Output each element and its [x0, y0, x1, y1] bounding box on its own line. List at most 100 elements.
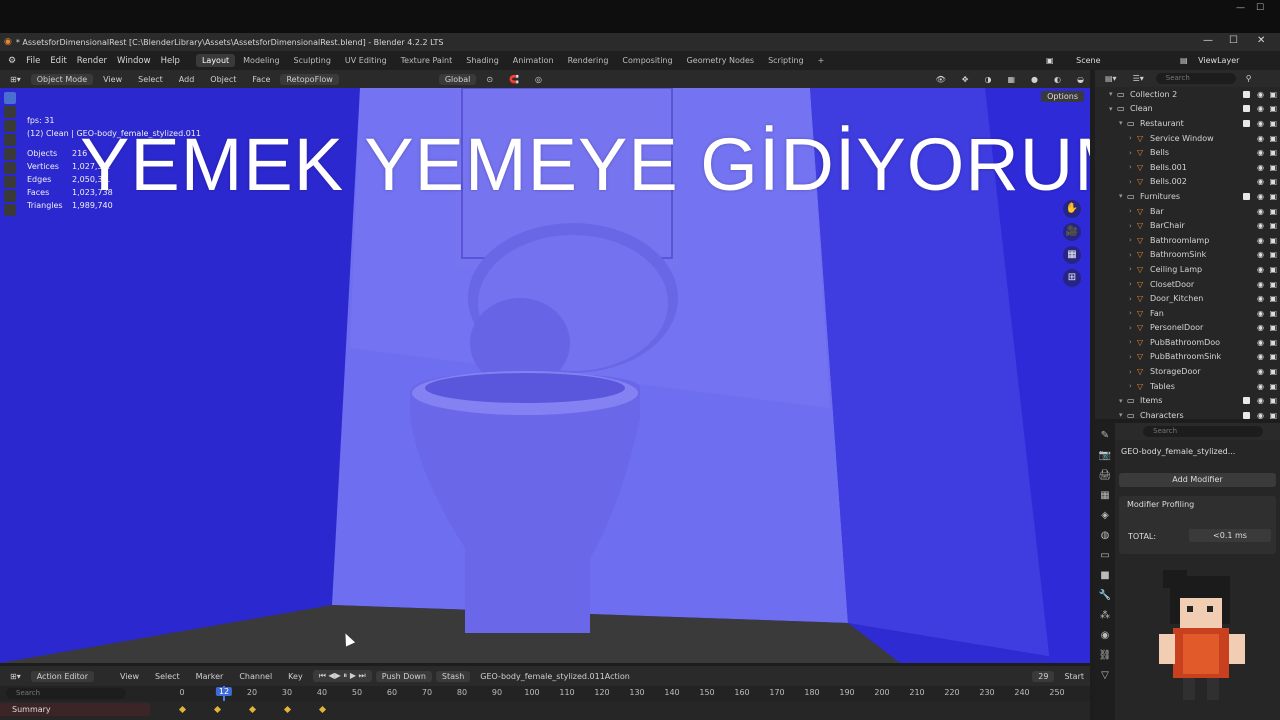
outliner-object-row[interactable]: › ▽ Door_Kitchen ◉ ▣	[1095, 291, 1280, 306]
outliner-object-row[interactable]: › ▽ StorageDoor ◉ ▣	[1095, 364, 1280, 379]
expand-arrow-icon[interactable]: ›	[1129, 324, 1137, 332]
pivot-icon[interactable]: ⊙	[480, 74, 499, 85]
visibility-eye-icon[interactable]: ◉	[1257, 338, 1264, 347]
menu-key[interactable]: Key	[282, 671, 309, 682]
close-icon[interactable]: ✕	[1257, 35, 1265, 46]
overlay-icon[interactable]: ◑	[979, 74, 998, 85]
exclude-checkbox[interactable]	[1243, 411, 1250, 419]
timeline-ruler[interactable]: Search 0 20 30 40 50 60 70 80 90 100 110…	[0, 686, 1090, 701]
menu-render[interactable]: Render	[77, 56, 107, 66]
keyframe[interactable]	[318, 705, 327, 714]
expand-arrow-icon[interactable]: ›	[1129, 207, 1137, 215]
shading-material-icon[interactable]: ◐	[1048, 74, 1067, 85]
render-camera-icon[interactable]: ▣	[1269, 134, 1277, 143]
expand-arrow-icon[interactable]: ›	[1129, 134, 1137, 142]
expand-arrow-icon[interactable]: ›	[1129, 368, 1137, 376]
menu-object[interactable]: Object	[204, 74, 242, 85]
visibility-eye-icon[interactable]: ◉	[1257, 221, 1264, 230]
outliner-object-row[interactable]: › ▽ PubBathroomSink ◉ ▣	[1095, 350, 1280, 365]
render-camera-icon[interactable]: ▣	[1269, 90, 1277, 99]
tool-tab-icon[interactable]: ✎	[1098, 429, 1112, 443]
action-editor-dropdown[interactable]: Action Editor	[30, 670, 94, 682]
summary-channel[interactable]: Summary	[0, 703, 150, 716]
tab-animation[interactable]: Animation	[507, 54, 560, 67]
visibility-eye-icon[interactable]: ◉	[1257, 148, 1264, 157]
tab-texture-paint[interactable]: Texture Paint	[395, 54, 459, 67]
cursor-tool-icon[interactable]	[4, 106, 16, 118]
expand-arrow-icon[interactable]: ›	[1129, 309, 1137, 317]
visibility-icon[interactable]: 👁	[930, 74, 952, 85]
visibility-eye-icon[interactable]: ◉	[1257, 396, 1264, 405]
blender-menu-icon[interactable]: ⚙	[8, 56, 16, 66]
outliner-object-row[interactable]: › ▽ Service Window ◉ ▣	[1095, 131, 1280, 146]
editor-type-icon[interactable]: ⊞▾	[4, 671, 27, 682]
render-camera-icon[interactable]: ▣	[1269, 119, 1277, 128]
render-camera-icon[interactable]: ▣	[1269, 250, 1277, 259]
transform-tool-icon[interactable]	[4, 162, 16, 174]
expand-arrow-icon[interactable]: ›	[1129, 265, 1137, 273]
render-camera-icon[interactable]: ▣	[1269, 104, 1277, 113]
menu-file[interactable]: File	[26, 56, 40, 66]
measure-tool-icon[interactable]	[4, 190, 16, 202]
collection-tab-icon[interactable]: ▭	[1098, 549, 1112, 563]
exclude-checkbox[interactable]	[1243, 397, 1250, 405]
menu-channel[interactable]: Channel	[233, 671, 278, 682]
object-tab-icon[interactable]: ■	[1098, 569, 1112, 583]
keyframe[interactable]	[283, 705, 292, 714]
expand-arrow-icon[interactable]: ›	[1129, 163, 1137, 171]
channel-search-input[interactable]: Search	[6, 688, 126, 699]
pan-hand-icon[interactable]: ✋	[1063, 200, 1081, 218]
render-camera-icon[interactable]: ▣	[1269, 411, 1277, 419]
visibility-eye-icon[interactable]: ◉	[1257, 280, 1264, 289]
visibility-eye-icon[interactable]: ◉	[1257, 119, 1264, 128]
maximize-icon[interactable]: ☐	[1229, 35, 1238, 46]
outliner-object-row[interactable]: › ▽ Tables ◉ ▣	[1095, 379, 1280, 394]
render-camera-icon[interactable]: ▣	[1269, 396, 1277, 405]
annotate-tool-icon[interactable]	[4, 176, 16, 188]
outliner-collection-row[interactable]: ▾ ▭ Restaurant ◉ ▣	[1095, 116, 1280, 131]
visibility-eye-icon[interactable]: ◉	[1257, 411, 1264, 419]
particles-tab-icon[interactable]: ⁂	[1098, 609, 1112, 623]
visibility-eye-icon[interactable]: ◉	[1257, 236, 1264, 245]
outliner-collection-row[interactable]: ▾ ▭ Items ◉ ▣	[1095, 393, 1280, 408]
add-workspace-icon[interactable]: +	[812, 54, 831, 67]
render-camera-icon[interactable]: ▣	[1269, 323, 1277, 332]
expand-arrow-icon[interactable]: ▾	[1119, 119, 1127, 127]
outliner-object-row[interactable]: › ▽ Bells.001 ◉ ▣	[1095, 160, 1280, 175]
outliner-object-row[interactable]: › ▽ ClosetDoor ◉ ▣	[1095, 277, 1280, 292]
visibility-eye-icon[interactable]: ◉	[1257, 367, 1264, 376]
render-camera-icon[interactable]: ▣	[1269, 352, 1277, 361]
visibility-eye-icon[interactable]: ◉	[1257, 265, 1264, 274]
scene-tab-icon[interactable]: ◈	[1098, 509, 1112, 523]
editor-type-icon[interactable]: ▤▾	[1099, 73, 1123, 84]
visibility-eye-icon[interactable]: ◉	[1257, 382, 1264, 391]
add-modifier-button[interactable]: Add Modifier	[1119, 473, 1276, 487]
outliner-object-row[interactable]: › ▽ Bells.002 ◉ ▣	[1095, 175, 1280, 190]
scene-selector[interactable]: ▣ Scene	[1046, 56, 1101, 65]
physics-tab-icon[interactable]: ◉	[1098, 629, 1112, 643]
output-tab-icon[interactable]: 🖨	[1098, 469, 1112, 483]
exclude-checkbox[interactable]	[1243, 105, 1250, 113]
tab-compositing[interactable]: Compositing	[616, 54, 678, 67]
render-camera-icon[interactable]: ▣	[1269, 236, 1277, 245]
object-mode-dropdown[interactable]: Object Mode	[30, 73, 94, 85]
timeline-body[interactable]: Summary	[0, 701, 1090, 720]
exclude-checkbox[interactable]	[1243, 119, 1250, 127]
render-camera-icon[interactable]: ▣	[1269, 221, 1277, 230]
panel-title[interactable]: Modifier Profiling	[1127, 500, 1194, 509]
expand-arrow-icon[interactable]: ›	[1129, 295, 1137, 303]
toggle-view-icon[interactable]: ⊞	[1063, 269, 1081, 287]
expand-arrow-icon[interactable]: ›	[1129, 338, 1137, 346]
display-mode-icon[interactable]: ☰▾	[1127, 73, 1150, 84]
render-camera-icon[interactable]: ▣	[1269, 148, 1277, 157]
add-cube-tool-icon[interactable]	[4, 204, 16, 216]
transform-orientation-dropdown[interactable]: Global	[438, 73, 477, 85]
playback-controls[interactable]: ⏮ ◀▶ ⏸ ▶ ⏭	[312, 670, 372, 682]
3d-viewport[interactable]: fps: 31 (12) Clean | GEO-body_female_sty…	[0, 88, 1090, 663]
data-tab-icon[interactable]: ▽	[1098, 669, 1112, 683]
menu-view[interactable]: View	[97, 74, 128, 85]
push-down-button[interactable]: Push Down	[375, 670, 432, 682]
menu-edit[interactable]: Edit	[50, 56, 66, 66]
options-dropdown[interactable]: Options	[1041, 91, 1084, 102]
visibility-eye-icon[interactable]: ◉	[1257, 104, 1264, 113]
